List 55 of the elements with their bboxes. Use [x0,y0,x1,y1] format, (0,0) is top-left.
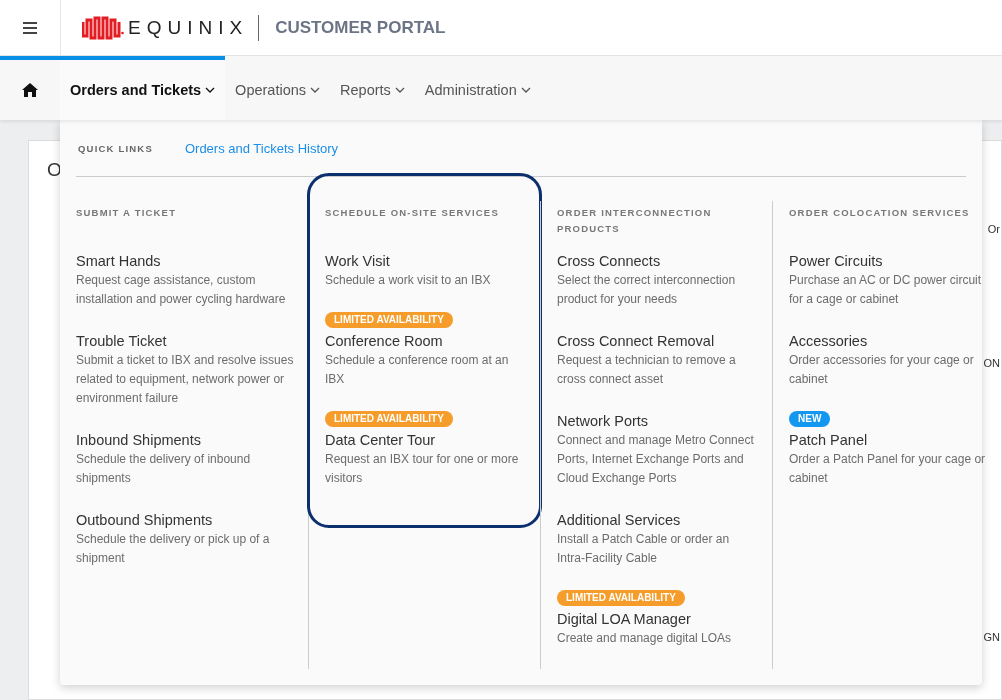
caret-icon [520,87,531,93]
section-heading: QUICK LINKS [78,142,153,154]
menu-link[interactable]: Network Ports [557,411,649,431]
logo-icon [82,15,124,40]
menu-description: Order a Patch Panel for your cage or cabinet [789,451,986,487]
status-badge: LIMITED AVAILABILITY [325,312,453,328]
menu-description: Install a Patch Cable or order an Intra-Facility Cable [557,531,731,567]
column-heading: SCHEDULE ON-SITE SERVICES [325,206,500,220]
menu-description: Select the correct interconnection product for your needs [557,272,737,308]
menu-link[interactable]: Power Circuits [789,251,883,271]
home-icon[interactable] [22,83,38,97]
logo-text: EQUINIX [128,16,249,39]
menu-description: Purchase an AC or DC power circuit for a cage or cabinet [789,272,983,308]
menu-icon[interactable] [23,21,37,34]
column-heading: ORDER INTERCONNECTION PRODUCTS [557,206,713,236]
menu-description: Schedule a conference room at an IBX [325,352,510,388]
menu-link[interactable]: Smart Hands [76,251,161,271]
menu-description: Schedule the delivery or pick up of a shipment [76,531,271,567]
menu-link[interactable]: Cross Connect Removal [557,331,715,351]
page-text: ON [983,357,1000,369]
nav-tab[interactable]: Operations [225,56,331,120]
portal-title: CUSTOMER PORTAL [275,17,446,38]
menu-description: Request a technician to remove a cross connect asset [557,352,737,388]
menu-link[interactable]: Trouble Ticket [76,331,167,351]
column-heading: ORDER COLOCATION SERVICES [789,206,971,220]
menu-description: Create and manage digital LOAs [557,630,732,647]
menu-link[interactable]: Accessories [789,331,868,351]
status-badge: NEW [789,411,831,427]
status-badge: LIMITED AVAILABILITY [325,411,453,427]
caret-icon [205,87,216,93]
menu-link[interactable]: Data Center Tour [325,430,436,450]
caret-icon [394,87,405,93]
menu-link[interactable]: Conference Room [325,331,443,351]
menu-link[interactable]: Digital LOA Manager [557,609,691,629]
menu-description: Schedule the delivery of inbound shipments [76,451,252,487]
page-text: GN [983,631,1000,643]
menu-link[interactable]: Patch Panel [789,430,868,450]
page-text: Or [987,223,1000,235]
menu-link[interactable]: Work Visit [325,251,390,271]
menu-link[interactable]: Inbound Shipments [76,430,201,450]
menu-link[interactable]: Additional Services [557,510,681,530]
menu-link[interactable]: Cross Connects [557,251,661,271]
status-badge: LIMITED AVAILABILITY [557,590,685,606]
menu-description: Request an IBX tour for one or more visitors [325,451,520,487]
nav-tab[interactable]: Administration [414,56,541,120]
nav-tab[interactable]: Reports [330,56,415,120]
menu-link[interactable]: Outbound Shipments [76,510,213,530]
menu-description: Request cage assistance, custom installation and power cycling hardware [76,272,287,308]
menu-description: Schedule a work visit to an IBX [325,272,491,289]
caret-icon [310,87,321,93]
menu-description: Order accessories for your cage or cabinet [789,352,975,388]
menu-description: Submit a ticket to IBX and resolve issues related to equipment, network power or environment failure [76,352,295,407]
nav-tab[interactable]: Orders and Tickets [60,56,226,120]
menu-description: Connect and manage Metro Connect Ports, Internet Exchange Ports and Cloud Exchange Ports [557,432,755,487]
column-heading: SUBMIT A TICKET [76,206,178,220]
